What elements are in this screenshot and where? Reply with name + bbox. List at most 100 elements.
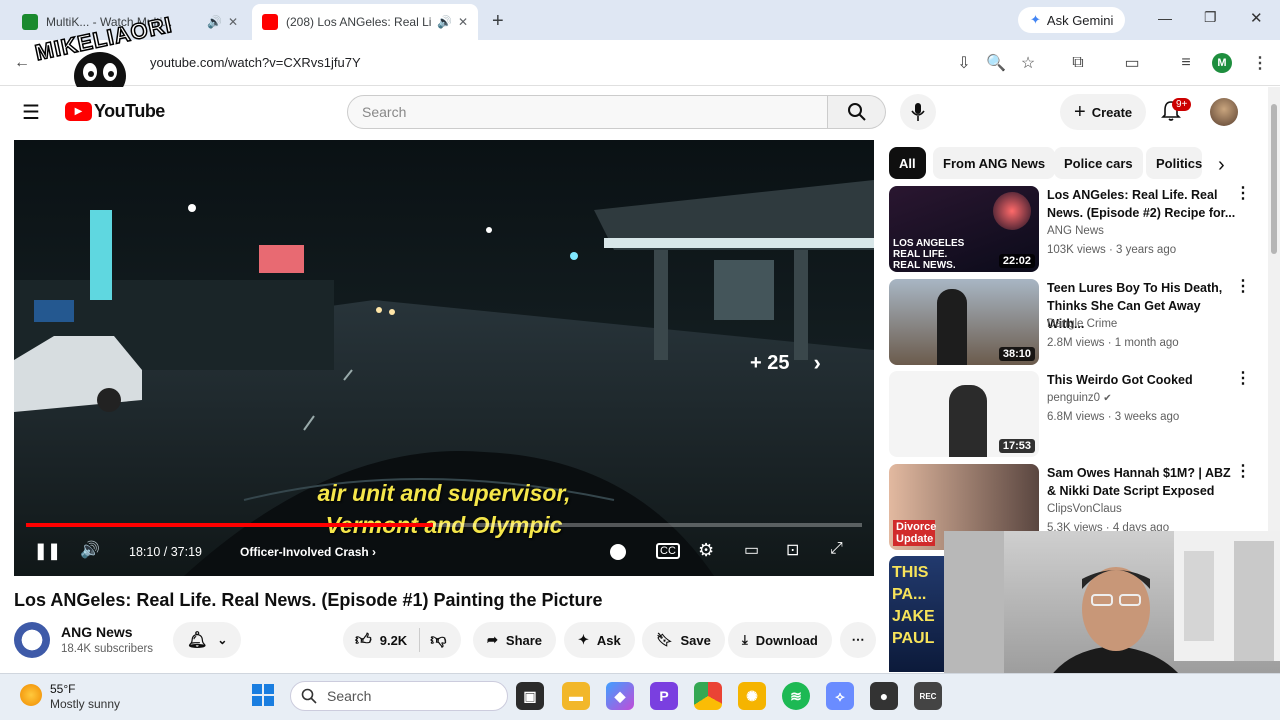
windows-start-icon[interactable]: [252, 684, 274, 706]
progress-bar[interactable]: [26, 523, 862, 527]
chip-from-ang-news[interactable]: From ANG News: [933, 147, 1056, 179]
video-title[interactable]: Sam Owes Hannah $1M? | ABZ & Nikki Date …: [1047, 464, 1237, 500]
task-view-icon[interactable]: ▣: [516, 682, 544, 710]
video-thumbnail[interactable]: 17:53: [889, 371, 1039, 457]
channel-row[interactable]: penguinz0 ✔: [1047, 392, 1112, 404]
chevron-right-icon: ›: [813, 350, 821, 375]
copilot-icon[interactable]: ◆: [606, 682, 634, 710]
recommendation-item[interactable]: 38:10 Teen Lures Boy To His Death, Think…: [889, 279, 1259, 365]
tab-title: (208) Los ANGeles: Real Life...: [286, 15, 431, 29]
skip-forward-button[interactable]: + 25 ›: [750, 350, 821, 376]
speaker-icon[interactable]: 🔊: [207, 15, 222, 29]
video-thumbnail[interactable]: LOS ANGELES REAL LIFE. REAL NEWS. EPISOD…: [889, 186, 1039, 272]
weather-sun-icon[interactable]: [20, 684, 42, 706]
progress-fill: [26, 523, 434, 527]
profile-avatar[interactable]: M: [1212, 53, 1232, 73]
more-actions-icon[interactable]: ⋯: [840, 622, 876, 658]
video-player[interactable]: air unit and supervisor, Vermont and Oly…: [14, 140, 874, 576]
video-title[interactable]: Los ANGeles: Real Life. Real News. (Epis…: [1047, 186, 1237, 222]
channel-name[interactable]: ClipsVonClaus: [1047, 503, 1122, 515]
captions-icon[interactable]: CC: [656, 543, 680, 559]
bell-icon: 🔔︎: [187, 632, 208, 649]
duration-badge: 38:10: [998, 347, 1035, 361]
video-title[interactable]: This Weirdo Got Cooked: [1047, 371, 1237, 389]
restore-icon[interactable]: ❐: [1204, 9, 1217, 26]
video-thumbnail[interactable]: 38:10: [889, 279, 1039, 365]
share-button[interactable]: ➦ Share: [473, 622, 557, 658]
more-options-icon[interactable]: ⋮: [1235, 279, 1251, 295]
ask-button[interactable]: ✦ Ask: [564, 622, 635, 658]
pause-icon[interactable]: ❚❚: [34, 541, 61, 561]
new-tab-button[interactable]: +: [492, 10, 504, 33]
weather-temp[interactable]: 55°F: [50, 682, 75, 696]
chrome-icon[interactable]: [694, 682, 722, 710]
chrome-menu-icon[interactable]: ⋮: [1246, 49, 1274, 77]
thumbnail-text: THIS PA... JAKE PAUL: [892, 564, 935, 647]
app-icon[interactable]: ✺: [738, 682, 766, 710]
like-button[interactable]: 👍︎ 9.2K: [343, 628, 421, 652]
fullscreen-icon[interactable]: ⤢: [830, 540, 843, 558]
recommendation-item[interactable]: LOS ANGELES REAL LIFE. REAL NEWS. EPISOD…: [889, 186, 1259, 272]
chapter-button[interactable]: Officer-Involved Crash ›: [240, 545, 376, 559]
more-options-icon[interactable]: ⋮: [1235, 186, 1251, 202]
close-window-icon[interactable]: ✕: [1250, 9, 1263, 27]
file-explorer-icon[interactable]: ▬: [562, 682, 590, 710]
search-input[interactable]: Search: [347, 95, 828, 129]
more-options-icon[interactable]: ⋮: [1235, 464, 1251, 480]
download-button[interactable]: ⤓ Download: [728, 622, 832, 658]
channel-name: penguinz0: [1047, 392, 1101, 404]
bookmark-star-icon[interactable]: ☆: [1014, 49, 1042, 77]
chip-police-cars[interactable]: Police cars: [1054, 147, 1143, 179]
cast-icon[interactable]: ⊡: [786, 540, 799, 560]
recommendation-item[interactable]: 17:53 This Weirdo Got Cooked penguinz0 ✔…: [889, 371, 1259, 457]
extensions-icon[interactable]: ⧉: [1064, 49, 1092, 77]
minimize-icon[interactable]: —: [1158, 10, 1172, 26]
user-avatar[interactable]: [1210, 98, 1238, 126]
share-label: Share: [505, 632, 543, 648]
close-tab-icon[interactable]: ✕: [458, 15, 468, 29]
address-bar[interactable]: youtube.com/watch?v=CXRvs1jfu7Y: [150, 55, 850, 70]
cast-tab-icon[interactable]: ▭: [1118, 49, 1146, 77]
search-button[interactable]: [828, 95, 886, 129]
taskbar-search-placeholder: Search: [327, 688, 372, 704]
close-tab-icon[interactable]: ✕: [228, 15, 238, 29]
person-graphic: [937, 289, 967, 365]
chips-next-chevron-icon[interactable]: ›: [1218, 154, 1225, 177]
hamburger-menu-icon[interactable]: ☰: [22, 100, 40, 125]
chip-politics[interactable]: Politics: [1146, 147, 1202, 179]
youtube-logo[interactable]: ▶ YouTube: [65, 101, 165, 122]
chip-all[interactable]: All: [889, 147, 926, 179]
taskbar-search[interactable]: Search: [290, 681, 508, 711]
weather-desc[interactable]: Mostly sunny: [50, 697, 120, 711]
volume-icon[interactable]: 🔊: [80, 540, 100, 560]
more-options-icon[interactable]: ⋮: [1235, 371, 1251, 387]
tab-youtube[interactable]: (208) Los ANGeles: Real Life... 🔊 ✕: [252, 4, 478, 40]
settings-gear-icon[interactable]: ⚙: [698, 540, 714, 561]
media-controls-icon[interactable]: ≡: [1172, 49, 1200, 77]
scrollbar-thumb[interactable]: [1271, 104, 1277, 254]
channel-name[interactable]: ANG News: [1047, 225, 1104, 237]
thumbs-down-icon[interactable]: 👎︎: [420, 631, 456, 650]
autoplay-toggle[interactable]: [610, 544, 626, 560]
video-thumbnail[interactable]: THIS PA... JAKE PAUL: [889, 556, 945, 672]
channel-name[interactable]: Dangle Crime: [1047, 318, 1117, 330]
video-frame: [14, 140, 874, 576]
install-app-icon[interactable]: ⇩: [950, 49, 978, 77]
app-icon[interactable]: ●: [870, 682, 898, 710]
miniplayer-icon[interactable]: ▭: [744, 540, 759, 560]
zoom-icon[interactable]: 🔍: [982, 49, 1010, 77]
obs-icon[interactable]: REC: [914, 682, 942, 710]
channel-name[interactable]: ANG News: [61, 624, 133, 640]
speaker-icon[interactable]: 🔊: [437, 15, 452, 29]
spotify-icon[interactable]: ≋: [782, 682, 810, 710]
like-count: 9.2K: [379, 632, 408, 648]
voice-search-button[interactable]: [900, 94, 936, 130]
channel-avatar[interactable]: [14, 622, 50, 658]
app-icon[interactable]: P: [650, 682, 678, 710]
app-icon[interactable]: ⟡: [826, 682, 854, 710]
subscribed-button[interactable]: 🔔︎ ⌄: [173, 622, 242, 658]
ask-gemini-button[interactable]: ✦ Ask Gemini: [1018, 7, 1126, 33]
search-placeholder: Search: [362, 104, 407, 120]
save-button[interactable]: 🔖︎ Save: [642, 622, 725, 658]
create-button[interactable]: + Create: [1060, 94, 1147, 130]
